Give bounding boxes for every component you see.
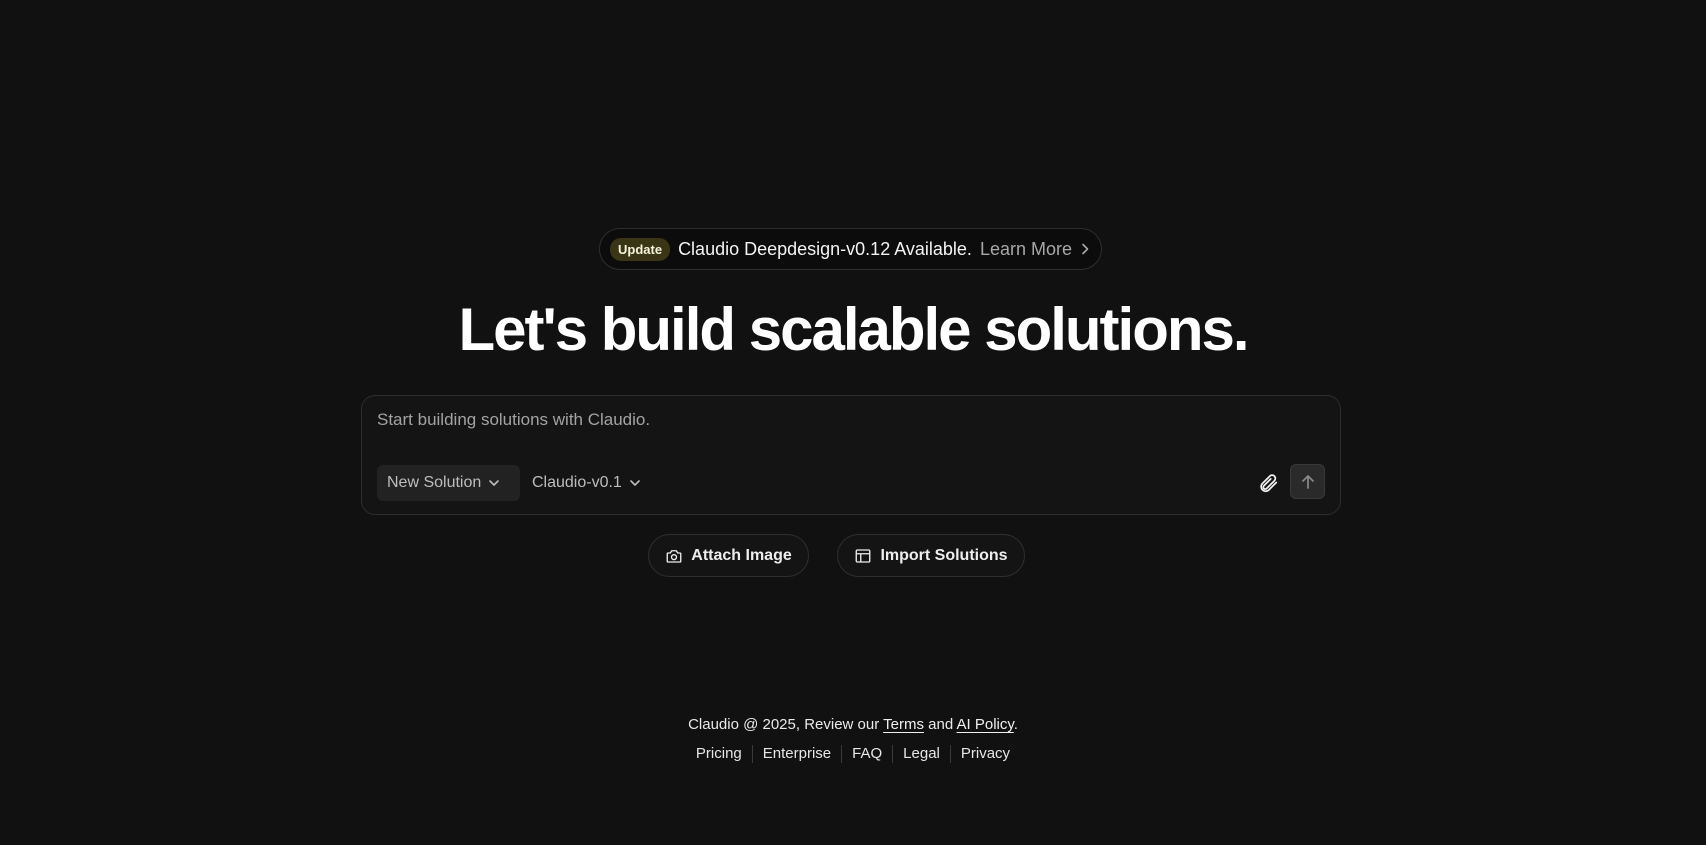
footer-link-privacy[interactable]: Privacy [949,745,1020,763]
import-solutions-label: Import Solutions [880,546,1008,564]
solution-selector-label: New Solution [387,474,482,491]
chevron-right-icon [1082,243,1089,255]
arrow-up-icon [1301,474,1314,489]
page-title: Let's build scalable solutions. [458,296,1249,363]
learn-more-label: Learn More [979,238,1072,259]
page: Update Claudio Deepdesign-v0.12 Availabl… [0,0,1706,845]
footer-and: and [923,716,957,733]
announcement-banner[interactable]: Update Claudio Deepdesign-v0.12 Availabl… [599,228,1102,270]
learn-more-link[interactable]: Learn More [980,239,1090,260]
update-badge: Update [610,237,671,261]
import-solutions-button[interactable]: Import Solutions [837,534,1025,577]
prompt-box: New Solution Claudio-v0.1 [361,395,1341,515]
footer-link-enterprise[interactable]: Enterprise [751,745,841,763]
paperclip-icon [1260,474,1278,493]
chevron-down-icon [630,480,640,486]
camera-icon [666,549,682,563]
attach-file-button[interactable] [1249,464,1287,502]
footer-link-legal[interactable]: Legal [892,745,950,763]
chevron-down-icon [489,480,500,486]
send-button[interactable] [1290,464,1325,499]
terms-link[interactable]: Terms [883,716,924,733]
prompt-input[interactable] [377,410,1317,440]
announcement-message: Claudio Deepdesign-v0.12 Available. [678,238,972,259]
model-selector[interactable]: Claudio-v0.1 [522,465,651,501]
footer-suffix: . [1013,716,1018,733]
model-selector-label: Claudio-v0.1 [532,474,622,491]
footer-copyright: Claudio @ 2025, Review our Terms and AI … [0,716,1706,733]
footer-link-faq[interactable]: FAQ [841,745,892,763]
ai-policy-link[interactable]: AI Policy [957,716,1014,733]
attach-image-button[interactable]: Attach Image [648,534,809,577]
solution-selector[interactable]: New Solution [377,465,520,501]
layout-icon [856,548,871,563]
footer-nav: Pricing Enterprise FAQ Legal Privacy [0,745,1706,763]
footer-prefix: Claudio @ 2025, Review our [688,716,884,733]
footer-link-pricing[interactable]: Pricing [686,745,752,763]
attach-image-label: Attach Image [691,546,792,564]
